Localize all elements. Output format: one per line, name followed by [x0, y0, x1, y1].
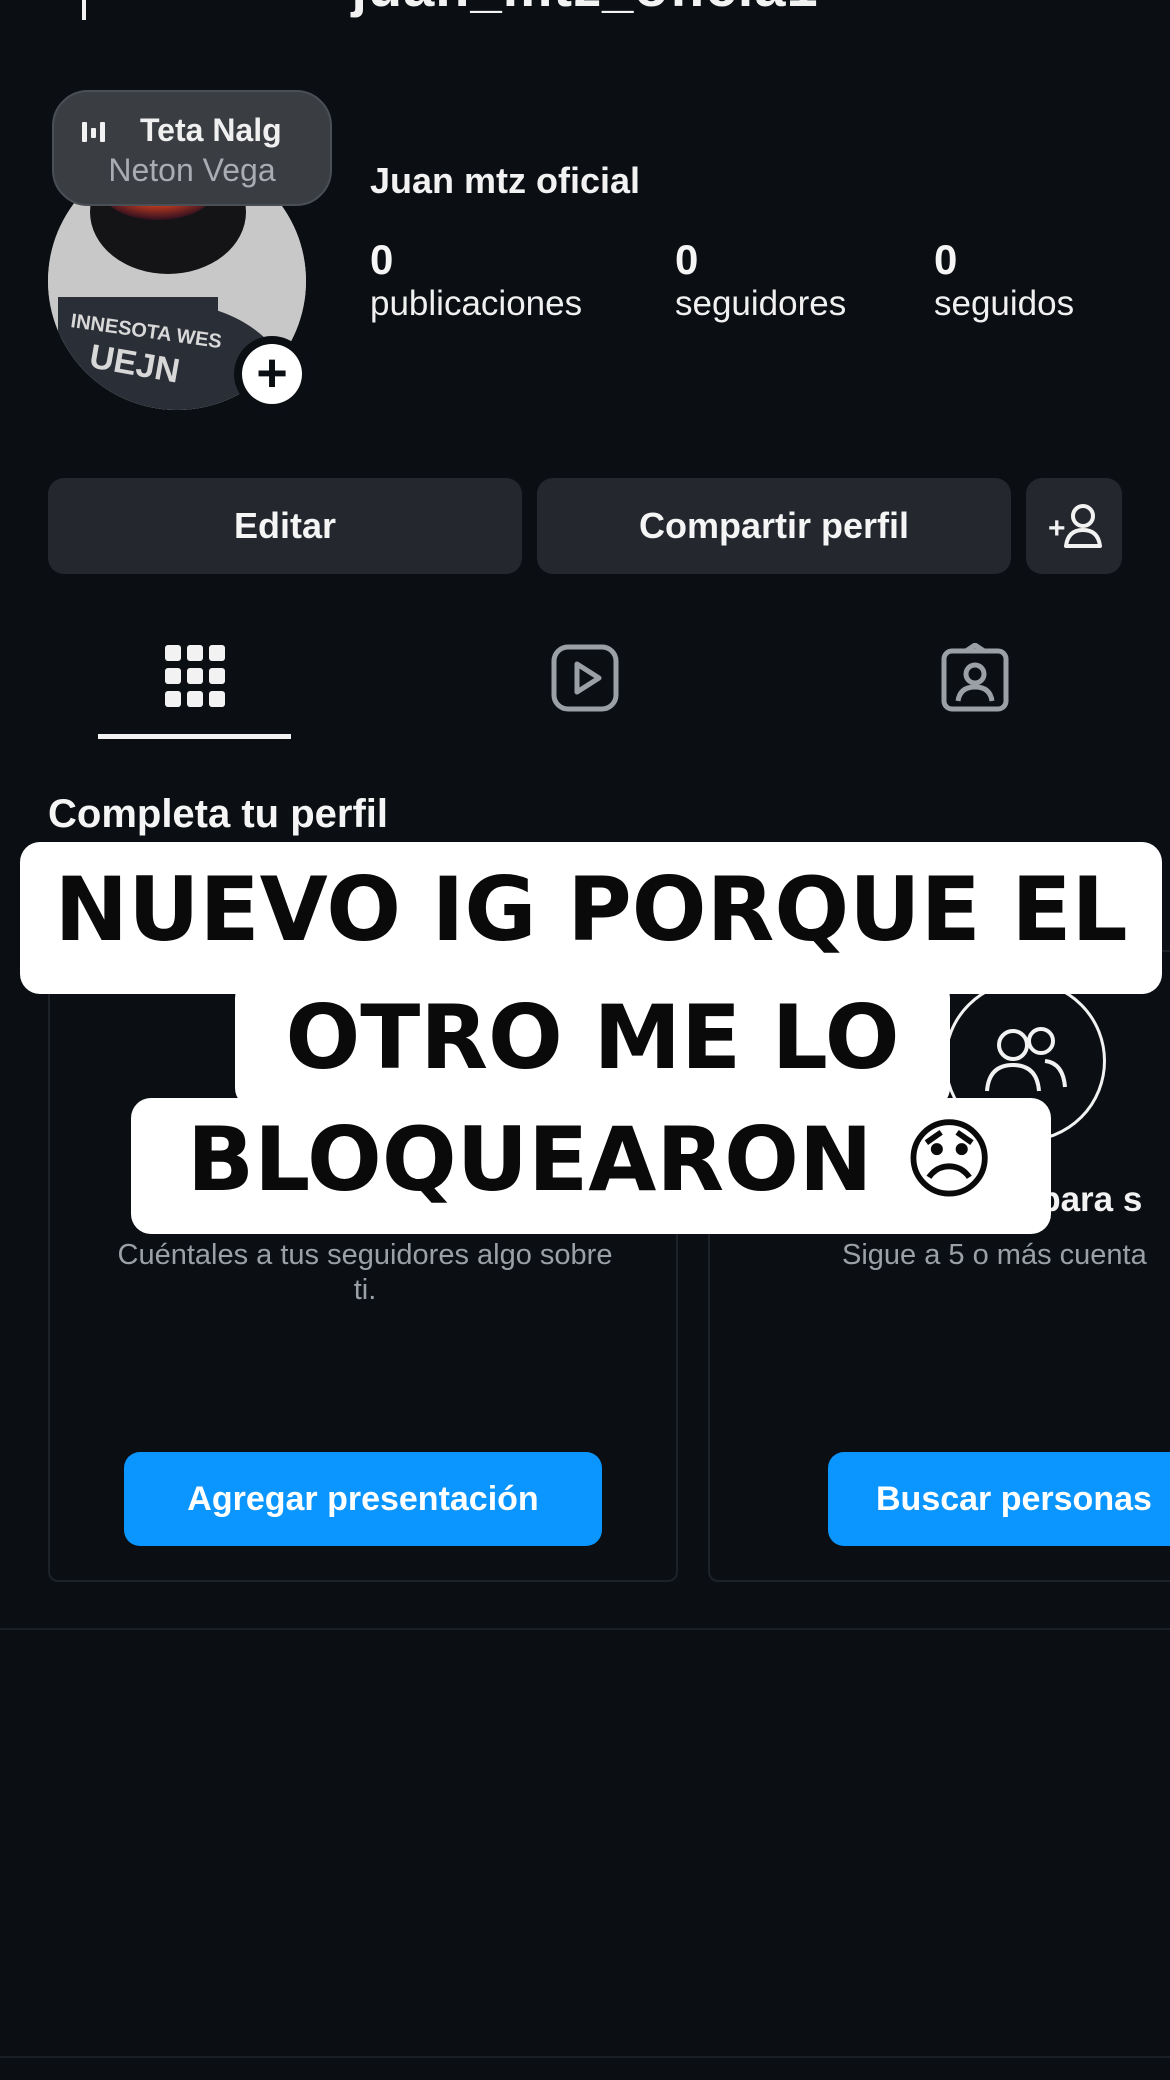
- add-story-button[interactable]: +: [234, 336, 310, 412]
- hamburger-menu-icon[interactable]: [1055, 0, 1115, 20]
- share-profile-button[interactable]: Compartir perfil: [537, 478, 1011, 574]
- posts-label: publicaciones: [370, 284, 583, 323]
- following-count: 0: [934, 236, 958, 283]
- posts-count: 0: [370, 236, 394, 283]
- music-note-bubble[interactable]: Teta Nalg Neton Vega: [52, 90, 332, 206]
- complete-profile-title: Completa tu perfil: [48, 792, 389, 836]
- followers-label: seguidores: [675, 284, 847, 323]
- caption-line2: OTRO ME LO: [285, 986, 900, 1089]
- music-song-title: Teta Nalg: [140, 112, 282, 148]
- grid-icon[interactable]: [160, 643, 230, 713]
- stat-following[interactable]: 0 seguidos: [934, 236, 1074, 324]
- plus-icon: +: [242, 344, 302, 404]
- reels-icon[interactable]: [550, 643, 620, 713]
- profile-username: juan_mtz_oficia1: [0, 0, 1170, 19]
- svg-text:+: +: [1048, 512, 1066, 545]
- active-tab-indicator: [98, 734, 291, 739]
- music-artist: Neton Vega: [108, 152, 276, 188]
- tagged-photos-icon[interactable]: [940, 643, 1010, 713]
- section-divider: [0, 1628, 1170, 1630]
- caption-line3: BLOQUEARON 😞: [187, 1108, 995, 1211]
- stat-posts[interactable]: 0 publicaciones: [370, 236, 582, 324]
- audio-bars-icon: [82, 122, 105, 142]
- edit-profile-button[interactable]: Editar: [48, 478, 522, 574]
- bottom-divider: [0, 2056, 1170, 2058]
- add-person-icon: +: [1048, 504, 1102, 548]
- follow-card-description: Sigue a 5 o más cuenta: [842, 1239, 1147, 1271]
- bio-card-description: Cuéntales a tus seguidores algo sobre ti…: [117, 1239, 613, 1306]
- find-people-button[interactable]: Buscar personas: [828, 1452, 1170, 1546]
- stat-followers[interactable]: 0 seguidores: [675, 236, 846, 324]
- discover-people-button[interactable]: +: [1026, 478, 1122, 574]
- following-label: seguidos: [934, 284, 1075, 323]
- add-bio-button[interactable]: Agregar presentación: [124, 1452, 602, 1546]
- caption-line1: NUEVO IG PORQUE EL: [54, 858, 1128, 961]
- followers-count: 0: [675, 236, 699, 283]
- display-name: Juan mtz oficial: [370, 160, 641, 201]
